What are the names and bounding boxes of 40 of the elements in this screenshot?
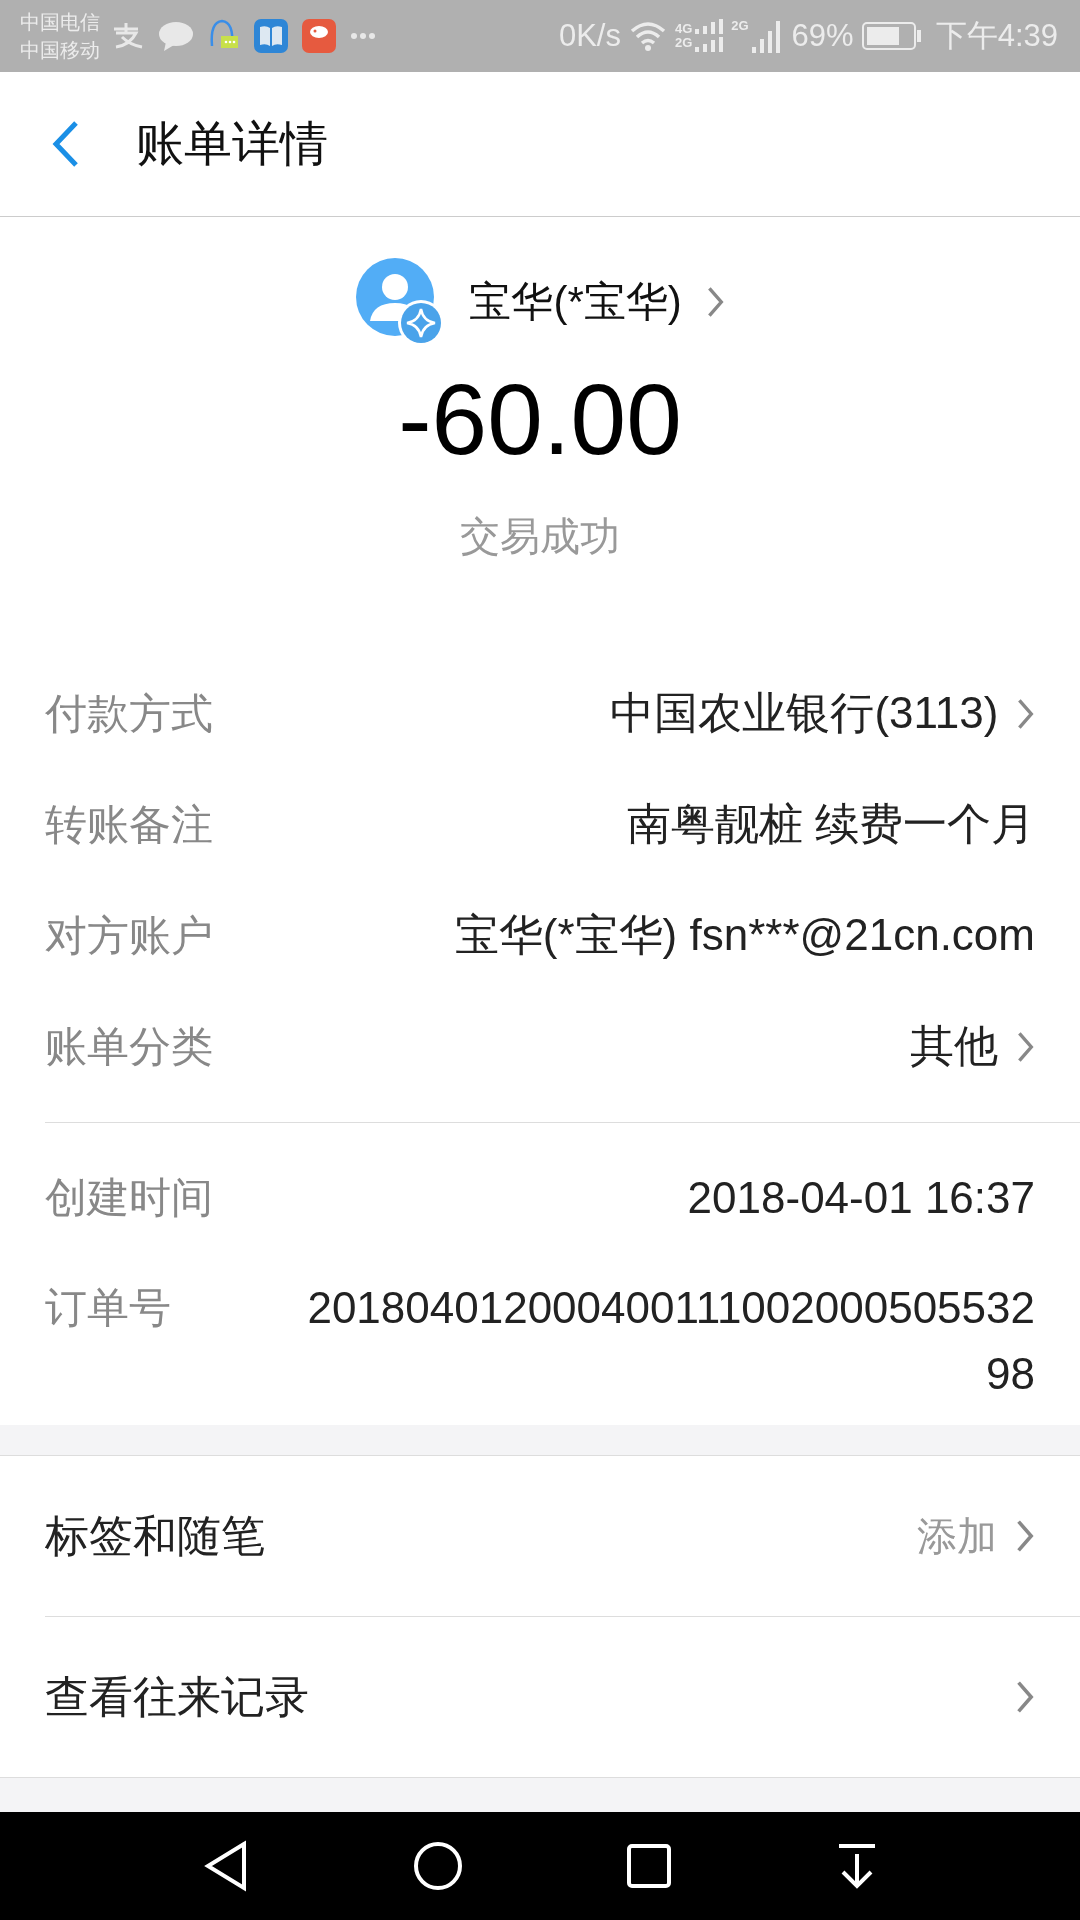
carrier-name: 中国电信 <box>20 10 100 35</box>
transaction-status: 交易成功 <box>460 513 620 560</box>
book-app-icon <box>254 19 288 53</box>
carrier-name: 中国移动 <box>20 38 100 63</box>
network-type: 2G <box>731 19 749 33</box>
wifi-icon <box>628 20 667 52</box>
battery-percent: 69% <box>791 18 854 54</box>
field-value: 20180401200040011100200050553298 <box>306 1282 1035 1400</box>
field-value: 南粤靓桩 续费一个月 <box>626 798 1035 850</box>
signal-icon <box>695 19 724 53</box>
chevron-right-icon <box>1015 1518 1035 1554</box>
page-title: 账单详情 <box>136 116 328 172</box>
field-label: 对方账户 <box>45 910 213 961</box>
battery-icon <box>861 21 922 51</box>
field-value[interactable]: 中国农业银行(3113) <box>610 684 999 743</box>
item-value: 添加 <box>917 1512 998 1560</box>
field-value: 2018-04-01 16:37 <box>687 1172 1035 1224</box>
list-item[interactable]: 查看往来记录 <box>0 1617 1080 1777</box>
list-item[interactable]: 标签和随笔 添加 <box>0 1456 1080 1616</box>
field-label: 创建时间 <box>45 1173 213 1223</box>
more-icon <box>350 32 376 40</box>
clock: 下午4:39 <box>935 17 1058 55</box>
item-label: 标签和随笔 <box>45 1509 265 1562</box>
chevron-right-icon <box>705 285 725 319</box>
payee-name[interactable]: 宝华(*宝华) <box>469 274 682 330</box>
home-nav-button[interactable] <box>412 1841 463 1891</box>
field-label: 订单号 <box>45 1283 171 1333</box>
field-label: 付款方式 <box>45 688 213 739</box>
recents-nav-button[interactable] <box>625 1843 672 1889</box>
item-label: 查看往来记录 <box>45 1670 309 1723</box>
network-speed: 0K/s <box>558 18 621 54</box>
network-type: 4G <box>674 22 693 36</box>
chevron-right-icon <box>1015 1679 1035 1715</box>
field-label: 账单分类 <box>45 1021 213 1072</box>
field-value[interactable]: 其他 <box>910 1017 999 1076</box>
chat-bubble-icon <box>158 20 194 52</box>
network-type: 2G <box>674 36 693 50</box>
amount: -60.00 <box>398 362 682 477</box>
field-value: 宝华(*宝华) fsn***@21cn.com <box>454 909 1035 961</box>
field-label: 转账备注 <box>45 799 213 850</box>
